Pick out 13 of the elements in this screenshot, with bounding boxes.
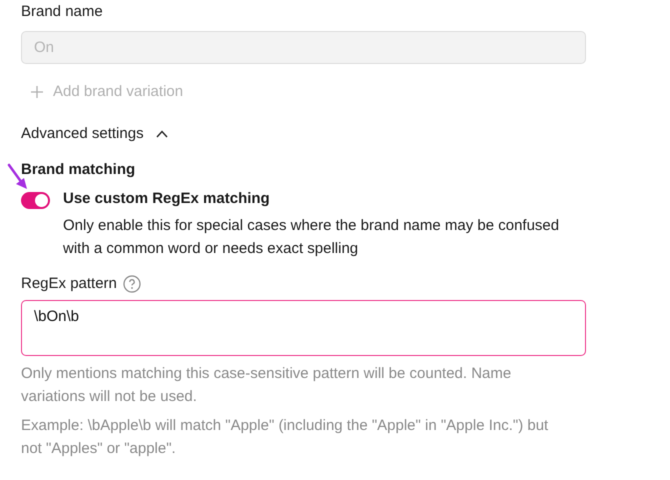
- advanced-settings-toggle[interactable]: Advanced settings: [21, 124, 168, 144]
- section-heading: Brand matching: [21, 160, 136, 180]
- toggle-switch[interactable]: [21, 192, 50, 209]
- plus-icon: [30, 85, 44, 99]
- chevron-icon: [156, 130, 168, 138]
- help-icon[interactable]: [122, 275, 141, 293]
- help-text: Only mentions matching this case-sensitive pattern will be counted. Name variations will not be used.: [21, 364, 512, 407]
- field-label: RegEx pattern: [21, 274, 117, 294]
- toggle-title: Use custom RegEx matching: [63, 189, 271, 209]
- help-text: Example: \bApple\b will match "Apple" (including the "Apple" in "Apple Inc.") but not "Apples" or "apple".: [21, 416, 550, 459]
- field-label: Brand name: [21, 2, 103, 22]
- toggle-description: Only enable this for special cases where the brand name may be confused with a common word or needs exact spelling: [63, 216, 560, 259]
- regex-pattern-field[interactable]: \bOn\b: [21, 300, 586, 356]
